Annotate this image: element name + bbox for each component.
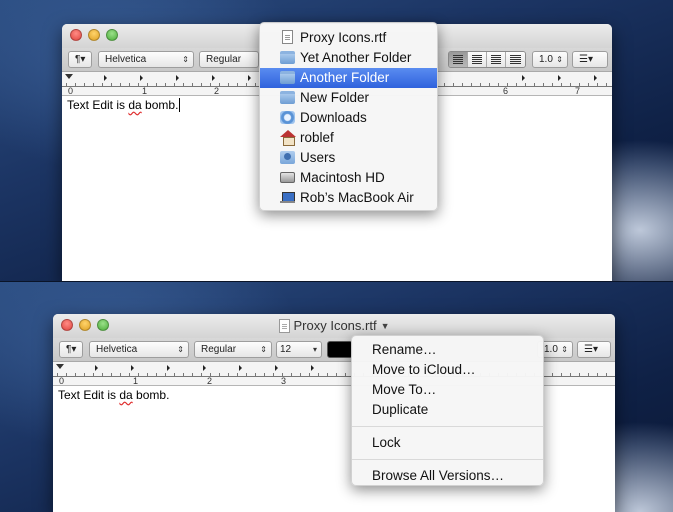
paragraph-styles-button[interactable]: ¶▾ xyxy=(59,341,83,358)
updown-arrows-icon: ⇕ xyxy=(177,345,184,354)
tab-stop-icon[interactable] xyxy=(203,365,206,371)
align-right-icon[interactable] xyxy=(487,52,506,67)
updown-arrows-icon: ⇕ xyxy=(260,345,267,354)
document-text: Text Edit is da bomb. xyxy=(58,388,170,402)
updown-arrows-icon: ⇕ xyxy=(556,55,563,64)
font-family-popup[interactable]: Helvetica ⇕ xyxy=(98,51,194,68)
tab-stop-icon[interactable] xyxy=(131,365,134,371)
tab-stop-icon[interactable] xyxy=(176,75,179,81)
laptop-icon xyxy=(280,191,295,204)
path-item-roblef[interactable]: roblef xyxy=(260,128,437,148)
ruler-number: 2 xyxy=(214,86,220,96)
chevron-down-icon: ▾ xyxy=(312,345,317,354)
list-bullets-popup[interactable]: ☰▾ xyxy=(577,341,611,358)
list-bullets-popup[interactable]: ☰▾ xyxy=(572,51,608,68)
rename-menu-item[interactable]: Rename… xyxy=(352,340,543,360)
path-item-another-folder[interactable]: Another Folder xyxy=(260,68,437,88)
path-item-downloads[interactable]: Downloads xyxy=(260,108,437,128)
text-color-well[interactable] xyxy=(327,341,353,358)
tab-stop-icon[interactable] xyxy=(104,75,107,81)
updown-arrows-icon: ⇕ xyxy=(561,345,568,354)
misspelled-word[interactable]: da xyxy=(119,388,132,402)
zoom-button[interactable] xyxy=(106,29,118,41)
ruler-number: 1 xyxy=(133,376,139,386)
path-popup-menu: Proxy Icons.rtf Yet Another Folder Anoth… xyxy=(259,22,438,211)
browse-all-versions-menu-item[interactable]: Browse All Versions… xyxy=(352,466,543,486)
move-to-menu-item[interactable]: Move To… xyxy=(352,380,543,400)
font-family-value: Helvetica xyxy=(96,344,138,355)
font-style-popup[interactable]: Regular ⇕ xyxy=(194,341,272,358)
lock-menu-item[interactable]: Lock xyxy=(352,433,543,453)
folder-icon xyxy=(280,91,295,104)
font-style-value: Regular xyxy=(201,344,237,355)
tab-stop-icon[interactable] xyxy=(167,365,170,371)
chevron-down-icon[interactable]: ▼ xyxy=(381,321,390,331)
misspelled-word[interactable]: da xyxy=(128,98,141,112)
font-style-value: Regular xyxy=(206,54,242,65)
minimize-button[interactable] xyxy=(88,29,100,41)
alignment-segmented-control xyxy=(448,51,526,68)
ruler-number: 3 xyxy=(281,376,287,386)
tab-stop-icon[interactable] xyxy=(275,365,278,371)
ruler-number: 0 xyxy=(68,86,74,96)
indent-marker-icon[interactable] xyxy=(56,364,64,369)
line-spacing-value: 1.0 xyxy=(544,344,558,355)
document-text: Text Edit is da bomb. xyxy=(67,98,181,112)
path-item-users[interactable]: Users xyxy=(260,148,437,168)
line-spacing-value: 1.0 xyxy=(539,54,553,65)
tab-stop-icon[interactable] xyxy=(212,75,215,81)
path-item-robs-macbook-air[interactable]: Rob’s MacBook Air xyxy=(260,188,437,208)
path-item-new-folder[interactable]: New Folder xyxy=(260,88,437,108)
tab-stop-icon[interactable] xyxy=(239,365,242,371)
tab-stop-icon[interactable] xyxy=(248,75,251,81)
downloads-folder-icon xyxy=(280,111,295,124)
duplicate-menu-item[interactable]: Duplicate xyxy=(352,400,543,420)
path-item-macintosh-hd[interactable]: Macintosh HD xyxy=(260,168,437,188)
ruler-number: 7 xyxy=(575,86,581,96)
title-popup-menu: Rename… Move to iCloud… Move To… Duplica… xyxy=(351,335,544,486)
font-family-value: Helvetica xyxy=(105,54,147,65)
window-title-text: Proxy Icons.rtf xyxy=(293,318,377,333)
align-justify-icon[interactable] xyxy=(506,52,525,67)
tab-stop-icon[interactable] xyxy=(558,75,561,81)
move-to-icloud-menu-item[interactable]: Move to iCloud… xyxy=(352,360,543,380)
folder-icon xyxy=(280,51,295,64)
font-size-value: 12 xyxy=(280,344,292,355)
home-icon xyxy=(280,130,296,146)
ruler-number: 2 xyxy=(207,376,213,386)
folder-icon xyxy=(280,71,295,84)
menu-separator xyxy=(352,426,543,427)
text-cursor xyxy=(179,98,181,112)
font-style-popup[interactable]: Regular xyxy=(199,51,259,68)
indent-marker-icon[interactable] xyxy=(65,74,73,79)
path-item-yet-another-folder[interactable]: Yet Another Folder xyxy=(260,48,437,68)
close-button[interactable] xyxy=(70,29,82,41)
menu-separator xyxy=(352,459,543,460)
path-item-proxy-icons-rtf[interactable]: Proxy Icons.rtf xyxy=(260,28,437,48)
users-folder-icon xyxy=(280,151,295,164)
font-family-popup[interactable]: Helvetica ⇕ xyxy=(89,341,189,358)
updown-arrows-icon: ⇕ xyxy=(182,55,189,64)
align-center-icon[interactable] xyxy=(468,52,487,67)
tab-stop-icon[interactable] xyxy=(140,75,143,81)
window-title[interactable]: Proxy Icons.rtf ▼ xyxy=(53,318,615,333)
ruler-number: 0 xyxy=(59,376,65,386)
tab-stop-icon[interactable] xyxy=(594,75,597,81)
tab-stop-icon[interactable] xyxy=(311,365,314,371)
hard-drive-icon xyxy=(280,172,295,183)
align-left-icon[interactable] xyxy=(449,52,468,67)
proxy-document-icon[interactable] xyxy=(278,318,290,333)
ruler-number: 6 xyxy=(503,86,509,96)
font-size-combo[interactable]: 12 ▾ xyxy=(276,341,322,358)
ruler-number: 1 xyxy=(142,86,148,96)
line-spacing-popup[interactable]: 1.0 ⇕ xyxy=(532,51,568,68)
rtf-file-icon xyxy=(282,30,293,44)
tab-stop-icon[interactable] xyxy=(95,365,98,371)
tab-stop-icon[interactable] xyxy=(522,75,525,81)
paragraph-styles-button[interactable]: ¶▾ xyxy=(68,51,92,68)
